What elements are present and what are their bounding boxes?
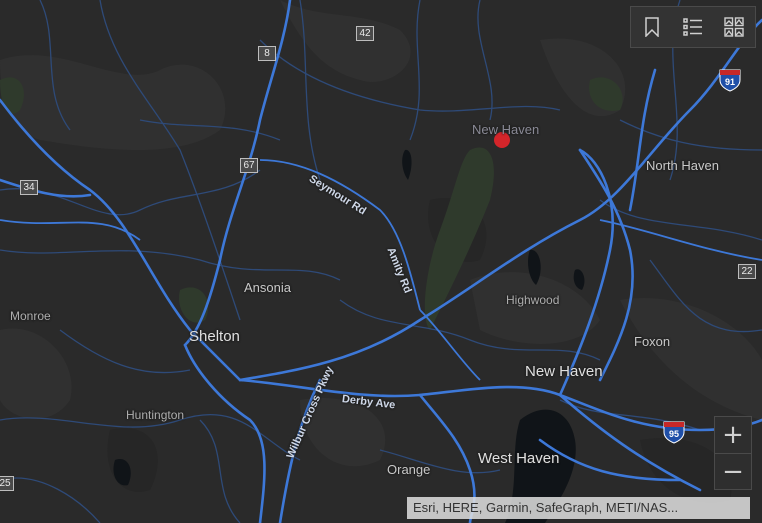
place-label-new-haven-marker: New Haven (472, 122, 540, 137)
bookmark-icon (644, 17, 659, 37)
place-label-west-haven: West Haven (478, 450, 560, 467)
zoom-in-button[interactable]: + (715, 417, 751, 453)
route-shield-67: 67 (240, 158, 258, 173)
route-shield-34: 34 (20, 180, 38, 195)
layer-list-icon (683, 18, 702, 36)
zoom-control: + − (714, 416, 752, 490)
basemap-gallery-button[interactable] (719, 12, 749, 42)
map-attribution[interactable]: Esri, HERE, Garmin, SafeGraph, METI/NAS.… (407, 497, 750, 519)
interstate-shield-95: 95 (662, 420, 686, 444)
place-label-north-haven: North Haven (646, 158, 719, 173)
map-canvas[interactable] (0, 0, 762, 523)
bookmarks-button[interactable] (637, 12, 667, 42)
place-label-highwood: Highwood (506, 293, 560, 307)
route-shield-25: 25 (0, 476, 14, 491)
place-label-foxon: Foxon (634, 334, 671, 349)
terrain-dark-areas (107, 198, 732, 503)
place-label-shelton: Shelton (189, 328, 240, 345)
zoom-out-button[interactable]: − (715, 453, 751, 490)
map-toolbar (630, 6, 756, 48)
interstate-95-number: 95 (668, 429, 679, 439)
interstate-91-number: 91 (724, 77, 735, 87)
route-shield-22: 22 (738, 264, 756, 279)
route-shield-42: 42 (356, 26, 374, 41)
place-label-monroe: Monroe (10, 309, 51, 323)
route-shield-8: 8 (258, 46, 276, 61)
place-label-huntington: Huntington (126, 408, 185, 422)
place-label-orange: Orange (387, 462, 431, 477)
place-label-new-haven-city: New Haven (525, 363, 603, 380)
layer-list-button[interactable] (678, 12, 708, 42)
interstate-shield-91: 91 (718, 68, 742, 92)
basemap-gallery-icon (724, 17, 745, 37)
place-label-ansonia: Ansonia (244, 280, 291, 295)
